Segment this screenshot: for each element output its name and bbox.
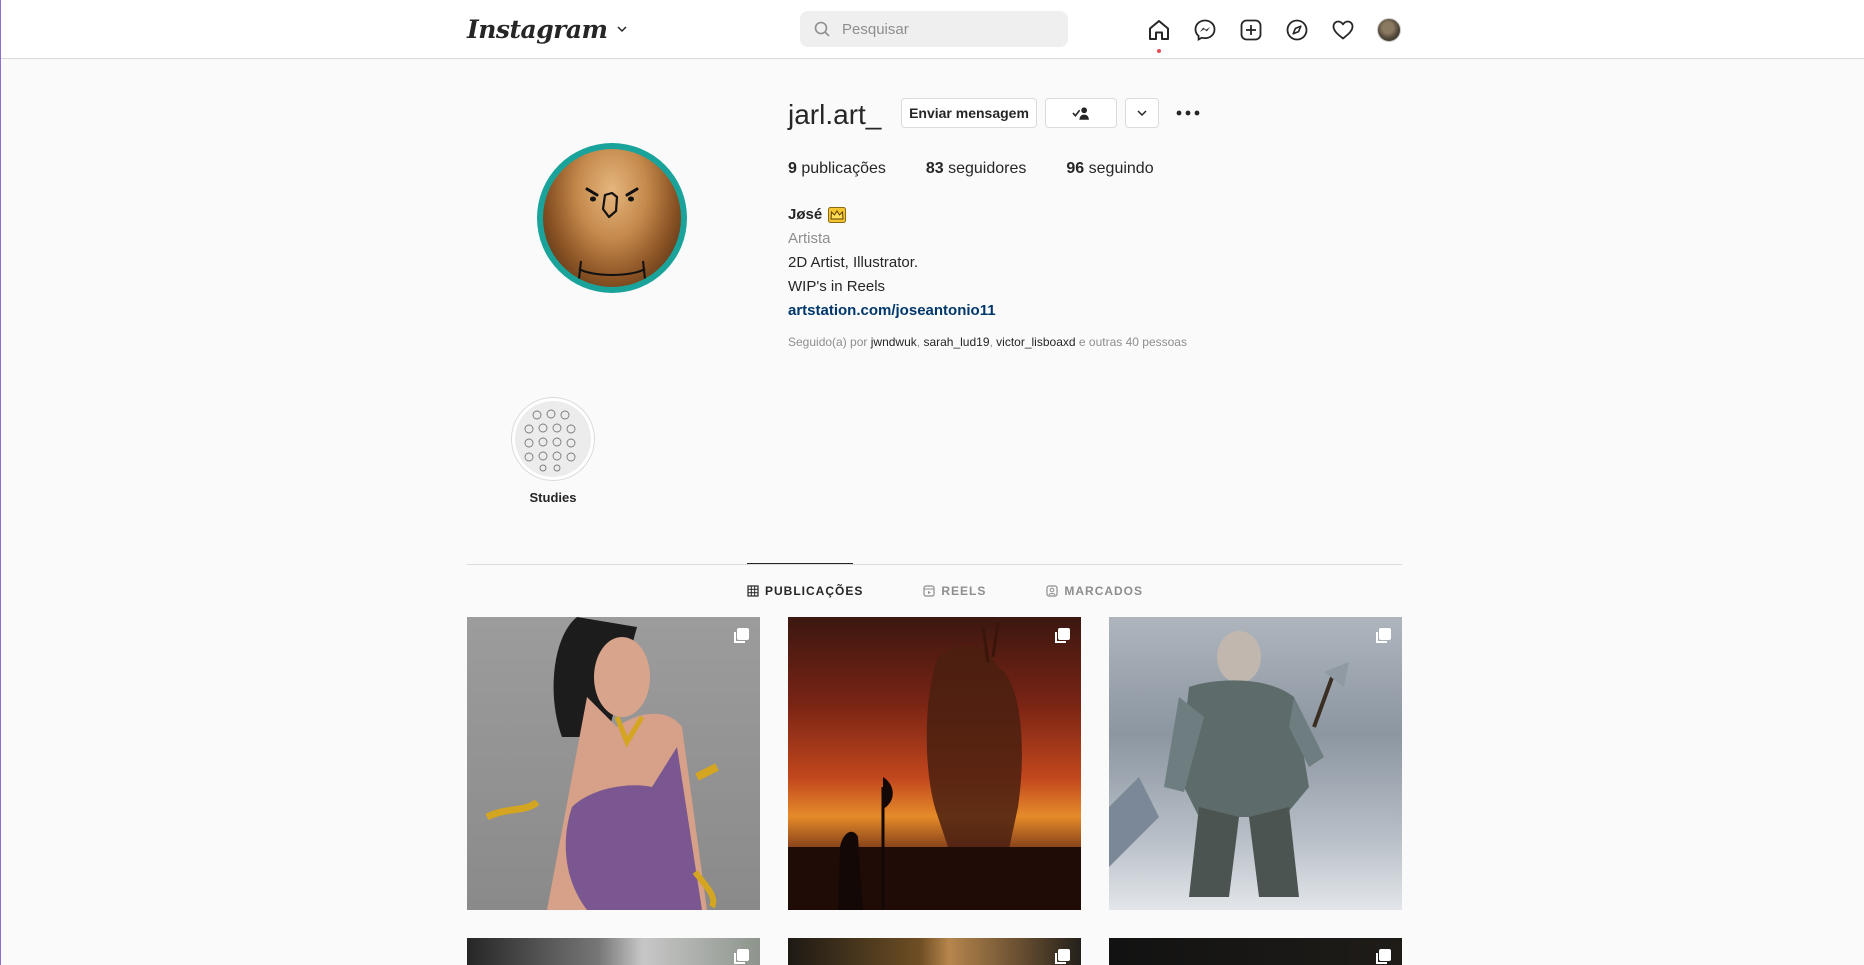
suggestions-dropdown-button[interactable]	[1125, 98, 1159, 128]
tabs-divider	[467, 564, 1402, 565]
followed-by-suffix: e outras 40 pessoas	[1078, 335, 1187, 349]
post-image	[788, 621, 1081, 910]
stat-followers-count: 83	[925, 160, 944, 177]
profile-category: Artista	[788, 230, 831, 247]
profile-external-link[interactable]: artstation.com/joseantonio11	[788, 299, 996, 323]
nav-icons	[1147, 16, 1401, 53]
multiple-images-icon	[1055, 628, 1070, 643]
stat-posts[interactable]: 9 publicações	[788, 160, 886, 178]
stat-followers-label: seguidores	[948, 160, 1027, 177]
multiple-images-icon	[1376, 949, 1391, 964]
profile-username: jarl.art_	[788, 99, 882, 130]
logo-text: Instagram	[467, 14, 608, 44]
bio-name-row: Jøsé	[788, 203, 996, 227]
bird-drawing	[578, 187, 646, 280]
highlight-ring	[511, 397, 595, 481]
profile-avatar[interactable]	[1377, 18, 1401, 42]
multiple-images-icon	[734, 949, 749, 964]
tab-tagged[interactable]: MARCADOS	[1046, 584, 1143, 598]
tab-tagged-label: MARCADOS	[1064, 584, 1144, 598]
tagged-icon	[1046, 585, 1058, 597]
chevron-down-icon	[1137, 110, 1147, 117]
avatar-image	[543, 149, 681, 287]
stat-following-label: seguindo	[1088, 160, 1154, 177]
stat-following-count: 96	[1066, 160, 1085, 177]
post-thumbnail[interactable]	[1109, 617, 1402, 910]
multiple-images-icon	[1376, 628, 1391, 643]
stat-followers[interactable]: 83 seguidores	[926, 160, 1027, 178]
tab-posts[interactable]: PUBLICAÇÕES	[747, 584, 863, 598]
profile-tabs: PUBLICAÇÕES REELS MARCADOS	[747, 584, 1143, 598]
person-check-icon	[1072, 107, 1089, 120]
post-image	[485, 617, 719, 910]
tab-posts-label: PUBLICAÇÕES	[765, 584, 864, 598]
highlight-label: Studies	[529, 490, 577, 505]
highlight-cover	[515, 401, 591, 477]
story-highlight[interactable]: Studies	[511, 397, 595, 505]
multiple-images-icon	[734, 628, 749, 643]
followed-by-user[interactable]: jwndwuk	[871, 335, 917, 349]
post-image	[1109, 631, 1349, 897]
profile-picture[interactable]	[537, 143, 687, 293]
activity-heart-icon[interactable]	[1331, 18, 1355, 42]
post-thumbnail[interactable]	[1109, 938, 1402, 965]
grid-icon	[747, 585, 759, 597]
post-thumbnail[interactable]	[467, 938, 760, 965]
profile-display-name: Jøsé	[788, 206, 823, 223]
post-thumbnail[interactable]	[467, 617, 760, 910]
post-thumbnail[interactable]	[788, 938, 1081, 965]
search-icon	[814, 21, 830, 37]
messenger-icon[interactable]	[1193, 18, 1217, 42]
home-icon[interactable]	[1147, 18, 1171, 53]
post-thumbnail[interactable]	[788, 617, 1081, 910]
chevron-down-icon	[616, 26, 627, 33]
tab-reels-label: REELS	[941, 584, 987, 598]
bio-line: 2D Artist, Illustrator.	[788, 254, 919, 271]
reels-icon	[923, 585, 935, 597]
following-button[interactable]	[1045, 98, 1117, 128]
search-input[interactable]	[842, 20, 1042, 38]
send-message-button[interactable]: Enviar mensagem	[901, 98, 1037, 128]
followed-by-user[interactable]: sarah_lud19	[923, 335, 989, 349]
stat-posts-label: publicações	[801, 160, 886, 177]
more-options-icon[interactable]	[1175, 100, 1201, 126]
profile-stats: 9 publicações 83 seguidores 96 seguindo	[788, 160, 1194, 178]
explore-icon[interactable]	[1285, 18, 1309, 42]
profile-bio: Jøsé Artista 2D Artist, Illustrator. WIP…	[788, 203, 996, 323]
instagram-logo[interactable]: Instagram	[467, 13, 628, 45]
followed-by: Seguido(a) por jwndwuk, sarah_lud19, vic…	[788, 335, 1187, 349]
followed-by-user[interactable]: victor_lisboaxd	[996, 335, 1075, 349]
followed-by-prefix: Seguido(a) por	[788, 335, 868, 349]
crown-emoji-icon	[828, 207, 847, 223]
active-tab-indicator	[747, 563, 853, 564]
bio-line: WIP's in Reels	[788, 278, 886, 295]
search-box[interactable]	[800, 11, 1068, 47]
stat-posts-count: 9	[788, 160, 797, 177]
multiple-images-icon	[1055, 949, 1070, 964]
stat-following[interactable]: 96 seguindo	[1066, 160, 1153, 178]
tab-reels[interactable]: REELS	[923, 584, 986, 598]
top-navigation-bar: Instagram	[1, 0, 1864, 59]
notification-dot	[1157, 49, 1161, 53]
new-post-icon[interactable]	[1239, 18, 1263, 42]
